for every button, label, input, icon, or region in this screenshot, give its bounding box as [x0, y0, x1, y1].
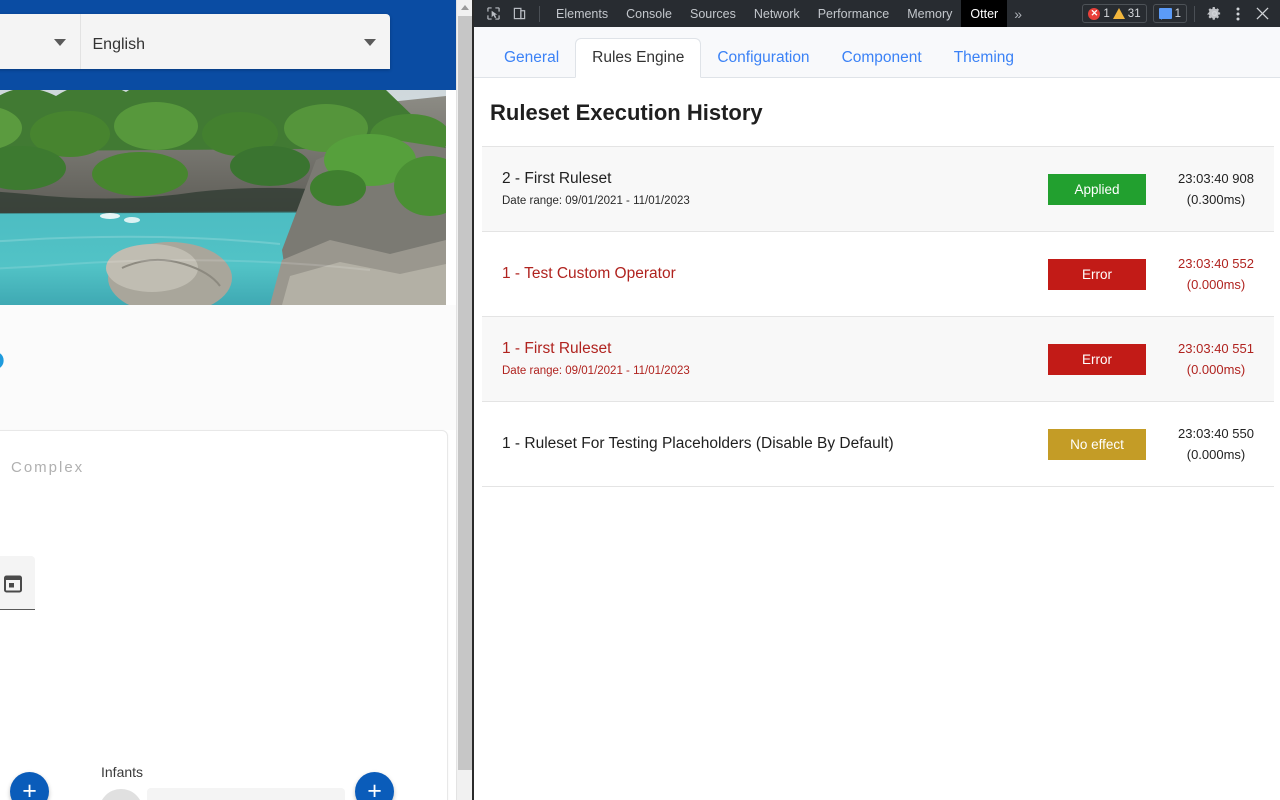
table-row[interactable]: 1 - First Ruleset Date range: 09/01/2021… — [482, 317, 1274, 402]
devtools-tab-elements[interactable]: Elements — [547, 0, 617, 27]
row-text: 1 - Test Custom Operator — [502, 263, 1048, 285]
hero-title-band: ant to go? — [0, 305, 456, 430]
row-text: 1 - First Ruleset Date range: 09/01/2021… — [502, 338, 1048, 380]
execution-duration: (0.300ms) — [1186, 192, 1246, 207]
add-button-left[interactable]: + — [10, 772, 49, 800]
devtools-tab-console[interactable]: Console — [617, 0, 681, 27]
devtools-tab-sources[interactable]: Sources — [681, 0, 745, 27]
ruleset-name: 1 - Test Custom Operator — [502, 265, 676, 282]
error-icon: ✕ — [1088, 7, 1101, 20]
complex-label: Complex — [11, 459, 85, 476]
scrollbar-thumb[interactable] — [458, 16, 472, 770]
chevron-down-icon — [53, 38, 66, 46]
tab-component[interactable]: Component — [826, 39, 938, 77]
status-badge: Applied — [1048, 173, 1146, 205]
table-row[interactable]: 1 - Test Custom Operator Error 23:03:40 … — [482, 232, 1274, 317]
execution-duration: (0.000ms) — [1186, 362, 1246, 377]
row-text: 2 - First Ruleset Date range: 09/01/2021… — [502, 168, 1048, 210]
table-row[interactable]: 2 - First Ruleset Date range: 09/01/2021… — [482, 147, 1274, 232]
message-count: 1 — [1174, 7, 1181, 20]
status-badge: No effect — [1048, 428, 1146, 460]
ruleset-name: 1 - Ruleset For Testing Placeholders (Di… — [502, 435, 894, 452]
close-icon[interactable] — [1250, 2, 1274, 26]
language-select[interactable]: English — [79, 14, 391, 69]
infants-decrement-button[interactable]: − — [99, 789, 143, 800]
chevron-down-icon — [364, 38, 376, 46]
hero-title: ant to go? — [0, 341, 6, 395]
issue-counters[interactable]: ✕ 1 31 — [1082, 4, 1147, 23]
error-count: 1 — [1103, 7, 1110, 20]
devtools-toolbar: Elements Console Sources Network Perform… — [474, 0, 1280, 27]
devtools-tab-network[interactable]: Network — [745, 0, 809, 27]
toolbar-divider — [1194, 5, 1195, 22]
ruleset-date-range: Date range: 09/01/2021 - 11/01/2023 — [502, 195, 690, 207]
inspect-element-icon[interactable] — [480, 3, 506, 25]
tab-general[interactable]: General — [488, 39, 575, 77]
language-select-value: English — [92, 35, 145, 53]
ruleset-name: 1 - First Ruleset — [502, 340, 612, 357]
rules-engine-panel: Ruleset Execution History 2 - First Rule… — [474, 78, 1280, 487]
theme-select[interactable]: eme ue — [0, 14, 80, 69]
status-badge: Error — [1048, 343, 1146, 375]
devtools-tab-memory[interactable]: Memory — [898, 0, 961, 27]
error-counter[interactable]: ✕ 1 — [1088, 7, 1110, 20]
infants-stepper: − 0 — [99, 786, 345, 800]
header-selectors: eme ue English — [0, 14, 390, 69]
more-tabs-icon[interactable]: » — [1007, 6, 1029, 22]
theme-select-value: ue — [0, 40, 50, 62]
screen-root: eme ue English — [0, 0, 1280, 800]
ruleset-execution-list: 2 - First Ruleset Date range: 09/01/2021… — [482, 146, 1274, 487]
page-scrollbar[interactable] — [456, 0, 472, 800]
message-counter[interactable]: 1 — [1152, 4, 1187, 23]
devtools-panel: Elements Console Sources Network Perform… — [474, 0, 1280, 800]
devtools-tab-otter[interactable]: Otter — [961, 0, 1008, 27]
row-timing: 23:03:40 552 (0.000ms) — [1168, 253, 1264, 295]
execution-time: 23:03:40 908 — [1178, 171, 1254, 186]
execution-duration: (0.000ms) — [1186, 447, 1246, 462]
row-text: 1 - Ruleset For Testing Placeholders (Di… — [502, 433, 1048, 455]
execution-time: 23:03:40 551 — [1178, 341, 1254, 356]
page-title: Ruleset Execution History — [490, 100, 763, 125]
warning-counter[interactable]: 31 — [1112, 7, 1141, 20]
site-header: eme ue English — [0, 0, 456, 90]
tab-rules-engine[interactable]: Rules Engine — [575, 38, 702, 78]
execution-time: 23:03:40 550 — [1178, 426, 1254, 441]
devtools-tab-performance[interactable]: Performance — [809, 0, 899, 27]
more-options-icon[interactable] — [1226, 2, 1250, 26]
row-timing: 23:03:40 551 (0.000ms) — [1168, 338, 1264, 380]
row-timing: 23:03:40 550 (0.000ms) — [1168, 423, 1264, 465]
device-toolbar-icon[interactable] — [506, 3, 532, 25]
table-row[interactable]: 1 - Ruleset For Testing Placeholders (Di… — [482, 402, 1274, 487]
date-input[interactable]: 26/01/2023 — [0, 556, 35, 610]
inspected-page: eme ue English — [0, 0, 456, 800]
tab-configuration[interactable]: Configuration — [701, 39, 825, 77]
theme-select-label: eme — [0, 27, 50, 40]
status-badge: Error — [1048, 258, 1146, 290]
tab-theming[interactable]: Theming — [938, 39, 1030, 77]
devtools-toolbar-right: ✕ 1 31 1 — [1082, 2, 1274, 26]
gear-icon[interactable] — [1202, 2, 1226, 26]
infants-label: Infants — [101, 764, 144, 780]
execution-time: 23:03:40 552 — [1178, 256, 1254, 271]
ruleset-date-range: Date range: 09/01/2021 - 11/01/2023 — [502, 365, 690, 377]
ruleset-name: 2 - First Ruleset — [502, 170, 612, 187]
calendar-icon[interactable] — [3, 573, 23, 593]
scroll-up-arrow-icon[interactable] — [461, 5, 469, 10]
execution-duration: (0.000ms) — [1186, 277, 1246, 292]
row-timing: 23:03:40 908 (0.300ms) — [1168, 168, 1264, 210]
search-card: Complex 26/01/2023 + Infants − — [0, 430, 448, 800]
toolbar-divider — [539, 5, 540, 22]
infants-increment-button[interactable]: + — [355, 772, 394, 800]
warning-icon — [1112, 8, 1125, 19]
hero-image — [0, 90, 446, 305]
warning-count: 31 — [1127, 7, 1141, 20]
infants-value[interactable]: 0 — [147, 788, 345, 800]
extension-tab-strip: General Rules Engine Configuration Compo… — [474, 27, 1280, 78]
message-icon — [1158, 8, 1172, 20]
